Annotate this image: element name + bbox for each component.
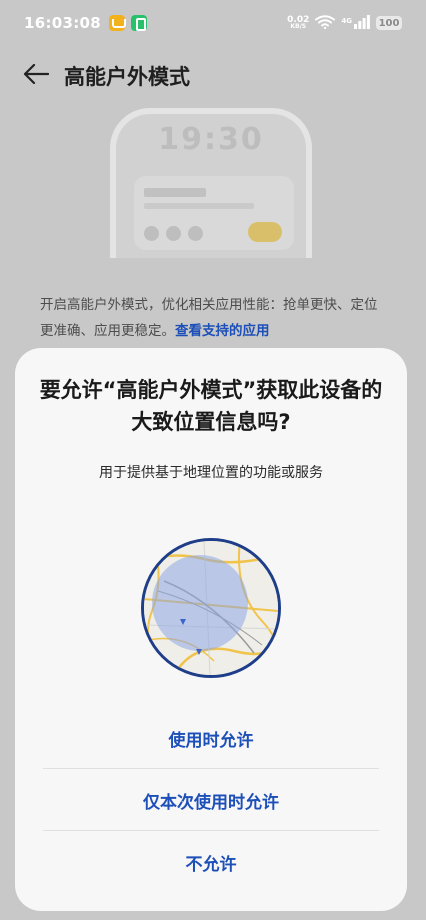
signal-bars-icon xyxy=(354,14,370,33)
dialog-title: 要允许“高能户外模式”获取此设备的大致位置信息吗? xyxy=(39,378,383,434)
dialog-divider xyxy=(43,830,379,831)
mode-preview-illustration: 19:30 xyxy=(110,108,312,258)
preview-card-dot xyxy=(188,226,203,241)
wifi-icon xyxy=(315,14,336,33)
preview-card-dot xyxy=(166,226,181,241)
signal-type-label: 4G xyxy=(341,16,352,25)
dialog-subtitle: 用于提供基于地理位置的功能或服务 xyxy=(99,465,323,481)
network-speed-unit: KB/S xyxy=(290,23,307,30)
preview-card-line xyxy=(144,203,254,209)
status-time: 16:03:08 xyxy=(24,14,102,32)
preview-card xyxy=(134,176,294,250)
back-button[interactable] xyxy=(8,48,64,104)
dialog-divider xyxy=(43,768,379,769)
deny-button[interactable]: 不允许 xyxy=(43,832,379,892)
page-title: 高能户外模式 xyxy=(64,65,190,89)
battery-level: 100 xyxy=(378,17,400,29)
arrow-left-icon xyxy=(23,63,50,88)
approximate-location-map-icon xyxy=(141,538,281,678)
notification-app-icon xyxy=(109,15,127,31)
mode-description: 开启高能户外模式，优化相关应用性能：抢单更快、定位更准确、应用更稳定。查看支持的… xyxy=(40,292,390,344)
app-header: 高能户外模式 xyxy=(0,46,426,106)
allow-only-this-time-button[interactable]: 仅本次使用时允许 xyxy=(43,770,379,830)
supported-apps-link[interactable]: 查看支持的应用 xyxy=(175,323,270,339)
network-speed: 0.02 KB/S xyxy=(287,16,309,30)
status-indicators: 0.02 KB/S 4G 100 xyxy=(287,14,402,33)
notification-phone-icon xyxy=(131,15,148,31)
preview-card-button xyxy=(248,222,282,242)
status-bar: 16:03:08 0.02 KB/S 4G 100 xyxy=(0,0,426,46)
preview-card-dot xyxy=(144,226,159,241)
allow-while-using-button[interactable]: 使用时允许 xyxy=(43,708,379,768)
preview-card-line xyxy=(144,188,206,197)
screen: 16:03:08 0.02 KB/S 4G 100 高能户外模式 19:30 开… xyxy=(0,0,426,920)
preview-clock: 19:30 xyxy=(158,122,264,157)
battery-icon: 100 xyxy=(376,16,402,30)
location-permission-dialog: 要允许“高能户外模式”获取此设备的大致位置信息吗? 用于提供基于地理位置的功能或… xyxy=(15,348,407,911)
